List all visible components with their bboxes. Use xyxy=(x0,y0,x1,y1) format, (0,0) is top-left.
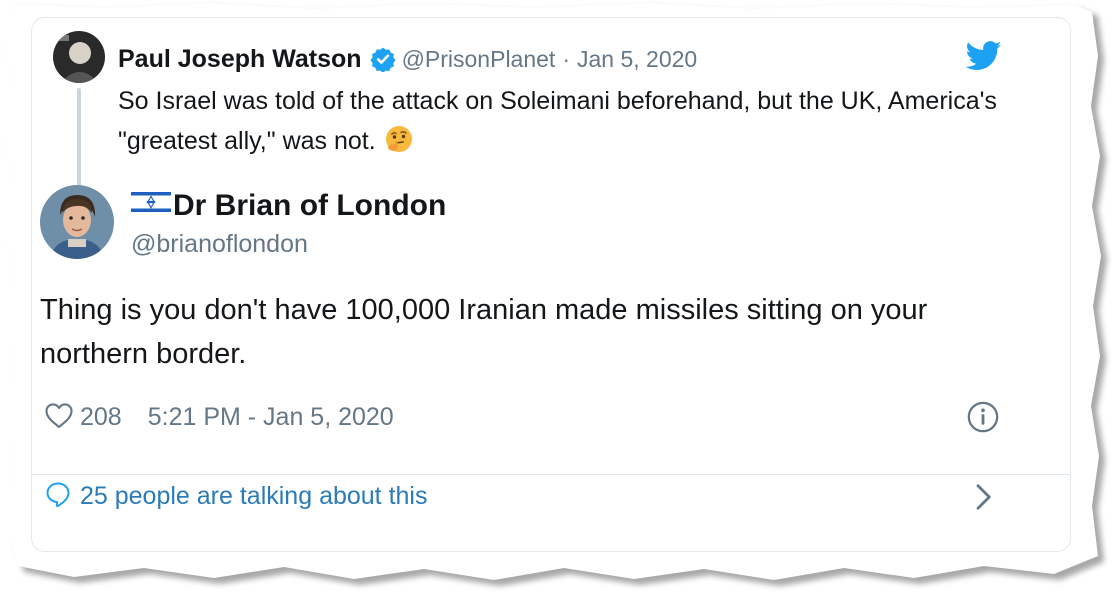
chevron-right-icon[interactable] xyxy=(970,482,996,517)
conversation-link[interactable]: 25 people are talking about this xyxy=(44,480,427,513)
speech-bubble-icon xyxy=(44,480,72,513)
card-footer-area xyxy=(31,17,1071,552)
footer-divider xyxy=(31,474,1071,475)
conversation-label[interactable]: 25 people are talking about this xyxy=(80,482,427,511)
